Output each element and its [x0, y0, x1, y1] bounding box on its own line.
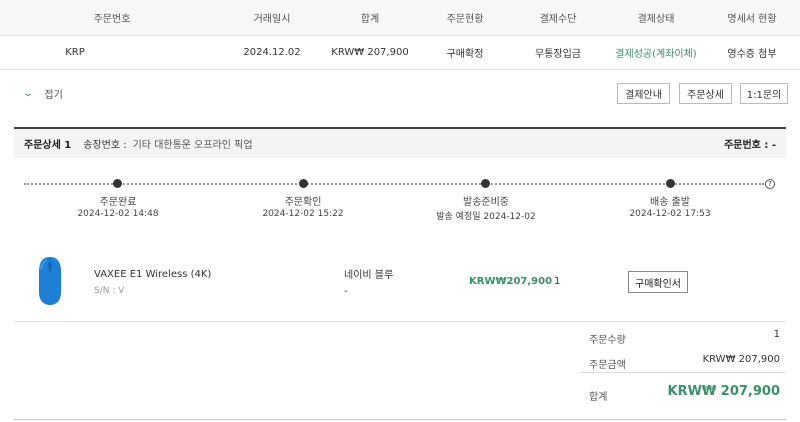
timeline-dot-2 — [299, 179, 308, 188]
chevron-down-icon: ⌄ — [22, 88, 34, 99]
bottom-divider — [14, 419, 786, 420]
summary-amount-label: 주문금액 — [589, 360, 626, 371]
help-icon[interactable]: ? — [765, 179, 775, 189]
timeline-dot-1 — [113, 179, 122, 188]
order-table-header: 주문번호 거래일시 합계 주문현황 결제수단 결제상태 명세서 현황 — [0, 0, 800, 36]
shipping-value: 기타 대한통운 오프라인 픽업 — [132, 140, 253, 151]
step-date-2: 2024-12-02 15:22 — [262, 209, 344, 219]
summary-divider — [580, 372, 786, 373]
purchase-confirmation-button[interactable]: 구매확인서 — [628, 271, 688, 293]
delivery-timeline — [24, 183, 764, 185]
order-status: 구매확정 — [446, 49, 484, 60]
shipping-label: 송장번호 : — [83, 140, 127, 151]
payment-method: 무통장입금 — [535, 49, 581, 60]
step-label-1: 주문완료 — [99, 197, 137, 208]
summary-amount-value: KRW₩ 207,900 — [702, 354, 780, 365]
header-date: 거래일시 — [253, 14, 291, 25]
payment-guide-button[interactable]: 결제안내 — [617, 83, 670, 104]
product-price: KRW₩207,900 — [469, 276, 553, 287]
summary-qty-label: 주문수량 — [589, 335, 626, 346]
step-label-3: 발송준비중 — [463, 197, 509, 208]
order-detail-bar: 주문상세 1 송장번호 : 기타 대한통운 오프라인 픽업 주문번호 : - — [14, 127, 786, 158]
header-status: 주문현황 — [446, 14, 484, 25]
summary-qty-value: 1 — [773, 329, 780, 340]
order-date: 2024.12.02 — [243, 47, 301, 58]
product-name[interactable]: VAXEE E1 Wireless (4K) — [94, 269, 211, 280]
fold-label: 접기 — [44, 90, 63, 101]
header-payment-method: 결제수단 — [539, 14, 577, 25]
product-option-sub: - — [344, 286, 348, 297]
order-detail-button[interactable]: 주문상세 — [679, 83, 732, 104]
product-serial: S/N : V — [94, 286, 125, 296]
header-payment-status: 결제상태 — [637, 14, 675, 25]
order-total: KRW₩ 207,900 — [331, 47, 409, 58]
order-row: KRP 2024.12.02 KRW₩ 207,900 구매확정 무통장입금 결… — [0, 36, 800, 70]
summary-total-label: 합계 — [589, 392, 608, 403]
step-date-3: 발송 예정일 2024-12-02 — [436, 212, 536, 222]
step-date-1: 2024-12-02 14:48 — [77, 209, 159, 219]
product-qty: 1 — [554, 276, 561, 287]
step-label-4: 배송 출발 — [650, 197, 690, 208]
mouse-product-image[interactable] — [37, 256, 63, 306]
detail-title: 주문상세 1 — [24, 140, 72, 151]
timeline-dot-3 — [481, 179, 490, 188]
header-statement: 명세서 현황 — [727, 14, 777, 25]
order-no[interactable]: KRP — [40, 36, 110, 69]
step-date-4: 2024-12-02 17:53 — [629, 209, 711, 219]
header-order-no: 주문번호 — [93, 14, 131, 25]
header-total: 합계 — [360, 14, 380, 25]
fold-toggle[interactable]: ⌄ 접기 — [22, 86, 63, 101]
inquiry-button[interactable]: 1:1문의 — [740, 83, 788, 104]
timeline-dot-4 — [666, 179, 675, 188]
divider — [14, 321, 786, 322]
step-label-2: 주문확인 — [284, 197, 322, 208]
payment-status: 결제성공(계좌이체) — [615, 49, 697, 60]
statement-status[interactable]: 영수증 첨부 — [712, 36, 792, 69]
detail-order-no: 주문번호 : - — [724, 140, 776, 151]
summary-total-value: KRW₩ 207,900 — [667, 384, 781, 399]
product-option: 네이비 블루 — [344, 270, 394, 281]
